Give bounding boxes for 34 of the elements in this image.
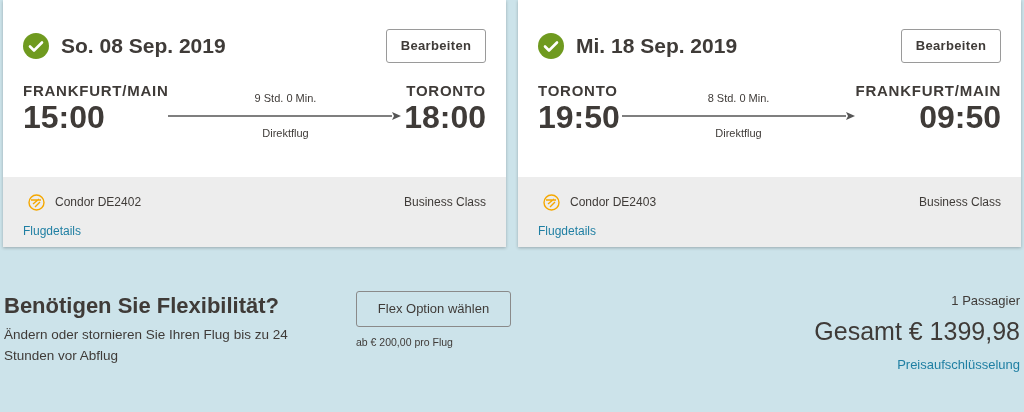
- flex-option-button[interactable]: Flex Option wählen: [356, 291, 511, 327]
- flex-description: Ändern oder stornieren Sie Ihren Flug bis zu 24 Stunden vor Abflug: [4, 326, 289, 365]
- airline-logo-icon: [543, 193, 560, 211]
- destination-city: TORONTO: [406, 82, 486, 100]
- cabin-class: Business Class: [918, 194, 1001, 211]
- flight-stops: Direktflug: [262, 125, 309, 141]
- flight-details-link[interactable]: Flugdetails: [538, 222, 597, 240]
- destination-city: FRANKFURT/MAIN: [855, 82, 1001, 100]
- airline-flight-number: Condor DE2403: [570, 194, 657, 211]
- passenger-count: 1 Passagier: [951, 292, 1020, 310]
- flex-title: Benötigen Sie Flexibilität?: [4, 292, 281, 320]
- airline-logo-icon: [28, 193, 45, 211]
- flight-details-link[interactable]: Flugdetails: [23, 222, 82, 240]
- edit-button[interactable]: Bearbeiten: [386, 29, 486, 63]
- airline-flight-number: Condor DE2402: [55, 194, 142, 211]
- checkmark-icon: [23, 33, 49, 59]
- total-price: Gesamt € 1399,98: [814, 315, 1020, 347]
- arrival-time: 09:50: [919, 100, 1001, 134]
- flight-duration: 9 Std. 0 Min.: [254, 91, 317, 106]
- edit-button[interactable]: Bearbeiten: [901, 29, 1001, 63]
- arrival-time: 18:00: [404, 100, 486, 134]
- flight-arrow-icon: [621, 110, 856, 121]
- departure-time: 19:50: [538, 100, 621, 134]
- flight-duration: 8 Std. 0 Min.: [707, 91, 770, 106]
- flight-arrow-icon: [168, 110, 403, 121]
- origin-city: TORONTO: [538, 82, 619, 100]
- flight-date: So. 08 Sep. 2019: [61, 33, 226, 60]
- flight-date: Mi. 18 Sep. 2019: [576, 33, 738, 60]
- flex-price-note: ab € 200,00 pro Flug: [356, 335, 454, 350]
- departure-time: 15:00: [23, 100, 106, 134]
- flight-stops: Direktflug: [715, 125, 762, 141]
- checkmark-icon: [538, 33, 564, 59]
- origin-city: FRANKFURT/MAIN: [23, 82, 169, 100]
- cabin-class: Business Class: [403, 194, 486, 211]
